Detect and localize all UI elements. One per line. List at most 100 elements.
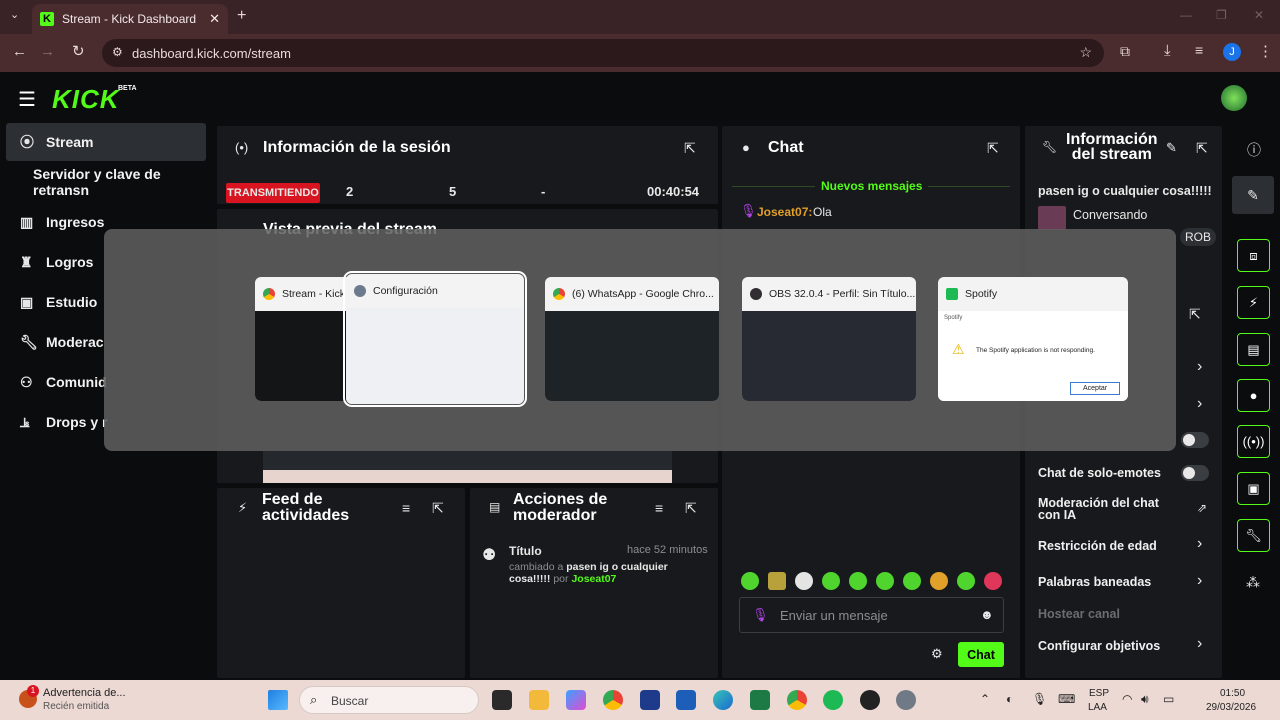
sidebar-item-server-key[interactable]: Servidor y clave de retransn xyxy=(6,163,206,201)
switcher-window-obs[interactable]: OBS 32.0.4 - Perfil: Sin Título... xyxy=(742,277,916,401)
emote-icon[interactable] xyxy=(930,572,948,590)
maximize-icon[interactable]: ❐ xyxy=(1216,8,1227,22)
emote-icon[interactable] xyxy=(957,572,975,590)
tab-list-icon[interactable]: ⌄ xyxy=(10,8,19,21)
chrome-menu-icon[interactable]: ⋮ xyxy=(1258,42,1273,60)
switcher-window-whatsapp[interactable]: (6) WhatsApp - Google Chro... xyxy=(545,277,719,401)
sidebar-item-stream[interactable]: ⦿ Stream xyxy=(6,123,206,161)
filter-icon[interactable]: ≡ xyxy=(402,500,410,516)
back-icon[interactable]: ← xyxy=(12,43,27,60)
user-avatar[interactable] xyxy=(1221,85,1247,111)
chrome-taskbar-icon[interactable] xyxy=(603,690,623,710)
popout-icon[interactable]: ⇱ xyxy=(1196,140,1208,157)
switcher-window-settings[interactable]: Configuración xyxy=(343,271,527,407)
capture-button[interactable]: ⧈ xyxy=(1237,239,1270,272)
activity-panel-title: Feed de actividades xyxy=(262,491,350,524)
settings-taskbar-icon[interactable] xyxy=(896,690,916,710)
chevron-right-icon[interactable]: › xyxy=(1197,395,1202,413)
broadcast-button[interactable]: ((•)) xyxy=(1237,425,1270,458)
popout-icon[interactable]: ⇱ xyxy=(1189,306,1201,323)
apps-icon[interactable]: ⁂ xyxy=(1246,574,1260,591)
filter-icon[interactable]: ≡ xyxy=(655,500,663,516)
chat-input[interactable]: 🎙︎ Enviar un mensaje ☻ xyxy=(739,597,1004,633)
popout-icon[interactable]: ⇱ xyxy=(684,140,696,157)
minimize-icon[interactable]: — xyxy=(1180,8,1192,22)
wrench-button[interactable]: 🔧︎ xyxy=(1237,519,1270,552)
close-window-icon[interactable]: ✕ xyxy=(1254,8,1264,22)
keyboard-icon[interactable]: ⌨ xyxy=(1058,692,1075,706)
chat-message-user[interactable]: Joseat07: xyxy=(757,205,812,219)
emote-only-toggle[interactable] xyxy=(1181,465,1209,481)
spotify-taskbar-icon[interactable] xyxy=(823,690,843,710)
obs-taskbar-icon[interactable] xyxy=(860,690,880,710)
chat-button[interactable]: ● xyxy=(1237,379,1270,412)
emoji-icon[interactable]: ☻ xyxy=(980,607,994,622)
bolt-icon: ⚡︎ xyxy=(238,500,248,515)
kick-logo[interactable]: KICK xyxy=(52,84,120,115)
banned-words-label[interactable]: Palabras baneadas xyxy=(1038,575,1151,589)
language-primary[interactable]: ESP xyxy=(1089,688,1109,699)
age-restriction-label[interactable]: Restricción de edad xyxy=(1038,539,1157,553)
emote-icon[interactable] xyxy=(984,572,1002,590)
extensions-icon[interactable]: ⧉ xyxy=(1120,43,1130,60)
url-field[interactable]: ⚙ dashboard.kick.com/stream ☆ xyxy=(102,39,1104,67)
hamburger-menu-icon[interactable]: ☰ xyxy=(18,87,36,112)
bolt-button[interactable]: ⚡︎ xyxy=(1237,286,1270,319)
send-chat-button[interactable]: Chat xyxy=(958,642,1004,667)
popout-icon[interactable]: ⇱ xyxy=(432,500,444,517)
emote-icon[interactable] xyxy=(903,572,921,590)
forward-icon[interactable]: → xyxy=(40,43,55,60)
goals-label[interactable]: Configurar objetivos xyxy=(1038,639,1160,653)
volume-icon[interactable]: 🔊︎ xyxy=(1141,692,1149,707)
word-icon[interactable] xyxy=(676,690,696,710)
microphone-icon[interactable]: 🎙︎ xyxy=(1032,692,1047,706)
clock-time[interactable]: 01:50 xyxy=(1220,688,1245,699)
emote-icon[interactable] xyxy=(876,572,894,590)
switcher-window-spotify[interactable]: Spotify Spotify ⚠ The Spotify applicatio… xyxy=(938,277,1128,401)
wifi-icon[interactable]: ◠ xyxy=(1122,692,1132,706)
emote-icon[interactable] xyxy=(822,572,840,590)
edit-rail-button[interactable]: ✎ xyxy=(1232,176,1274,214)
tray-app-icon[interactable]: ◐ xyxy=(1006,692,1013,706)
taskbar-search-box[interactable]: ⌕ Buscar xyxy=(299,686,479,714)
chevron-right-icon[interactable]: › xyxy=(1197,358,1202,376)
notes-button[interactable]: ▤ xyxy=(1237,333,1270,366)
info-icon[interactable]: ⓘ xyxy=(1247,140,1261,160)
emote-icon[interactable] xyxy=(768,572,786,590)
emote-icon[interactable] xyxy=(849,572,867,590)
emote-icon[interactable] xyxy=(741,572,759,590)
chat-settings-gear-icon[interactable]: ⚙ xyxy=(931,646,943,662)
media-queue-icon[interactable]: ≡ xyxy=(1195,42,1203,58)
external-link-icon[interactable]: ⇗ xyxy=(1197,501,1207,515)
popout-icon[interactable]: ⇱ xyxy=(987,140,999,157)
tray-chevron-icon[interactable]: ⌃ xyxy=(980,692,990,706)
popout-icon[interactable]: ⇱ xyxy=(685,500,697,517)
browser-tab-kick[interactable]: K Stream - Kick Dashboard ✕ xyxy=(32,4,228,34)
tab-close-icon[interactable]: ✕ xyxy=(209,11,220,27)
download-icon[interactable]: ⤓ xyxy=(1164,42,1171,59)
rapid-app-icon[interactable] xyxy=(640,690,660,710)
new-tab-icon[interactable]: + xyxy=(237,7,246,25)
chevron-right-icon[interactable]: › xyxy=(1197,535,1202,553)
edge-icon[interactable] xyxy=(713,690,733,710)
profile-avatar[interactable]: J xyxy=(1223,43,1241,61)
mic-icon[interactable]: 🎙︎ xyxy=(752,607,769,623)
bookmark-star-icon[interactable]: ☆ xyxy=(1079,44,1092,61)
emote-icon[interactable] xyxy=(795,572,813,590)
toggle-switch[interactable] xyxy=(1181,432,1209,448)
video-button[interactable]: ▣ xyxy=(1237,472,1270,505)
task-view-icon[interactable] xyxy=(492,690,512,710)
chevron-right-icon[interactable]: › xyxy=(1197,635,1202,653)
pencil-icon[interactable]: ✎ xyxy=(1166,140,1177,156)
file-explorer-icon[interactable] xyxy=(529,690,549,710)
notification-title[interactable]: Advertencia de... xyxy=(43,687,126,699)
copilot-icon[interactable] xyxy=(566,690,586,710)
reload-icon[interactable]: ↻ xyxy=(72,42,85,60)
start-button[interactable] xyxy=(268,690,288,710)
stream-uptime: 00:40:54 xyxy=(647,184,700,199)
chevron-right-icon[interactable]: › xyxy=(1197,572,1202,590)
chrome-taskbar-icon[interactable] xyxy=(787,690,807,710)
excel-icon[interactable] xyxy=(750,690,770,710)
battery-icon[interactable]: ▭ xyxy=(1163,692,1174,706)
site-info-icon[interactable]: ⚙ xyxy=(112,45,123,59)
